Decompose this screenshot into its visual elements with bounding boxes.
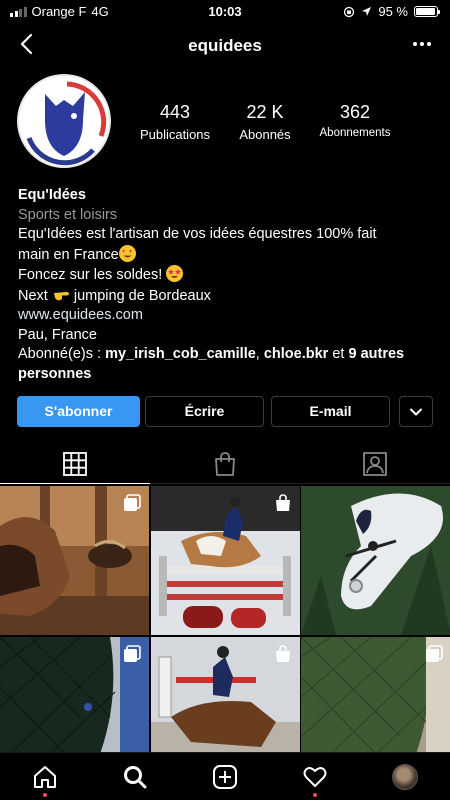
location-text: Pau, France <box>18 326 97 343</box>
post-thumbnail[interactable] <box>0 636 149 752</box>
post-thumbnail[interactable] <box>301 486 450 635</box>
nav-profile[interactable] <box>385 757 425 797</box>
nav-home[interactable] <box>25 757 65 797</box>
profile-username: equidees <box>188 36 262 55</box>
post-thumbnail[interactable] <box>301 636 450 752</box>
profile-name: Equ'Idées <box>18 187 86 203</box>
bio-text: main en France <box>18 246 119 263</box>
shopping-bag-icon <box>275 494 290 511</box>
tab-posts-grid[interactable] <box>0 444 150 484</box>
message-button[interactable]: Écrire <box>145 396 264 427</box>
stat-value: 362 <box>339 102 371 122</box>
status-bar: Orange F 4G 10:03 95 % <box>0 0 450 24</box>
chevron-down-icon <box>410 408 422 416</box>
orientation-lock-icon <box>344 6 355 17</box>
heart-eyes-emoji-icon <box>118 244 136 262</box>
followed-by-separator: , <box>255 346 260 362</box>
website-link[interactable]: www.equidees.com <box>18 306 438 326</box>
stat-label: Abonnements <box>319 127 391 139</box>
battery-percent: 95 % <box>378 4 408 19</box>
bio-line: main en France <box>18 244 438 266</box>
bio-text: jumping de Bordeaux <box>73 287 211 304</box>
stat-posts[interactable]: 443 Publications <box>130 102 220 142</box>
profile-tabs <box>0 444 450 484</box>
star-struck-emoji-icon <box>166 265 184 282</box>
post-thumbnail[interactable] <box>150 486 300 635</box>
shopping-bag-icon <box>275 644 290 662</box>
profile-avatar <box>392 763 418 790</box>
stat-value: 22 K <box>246 102 284 122</box>
followed-by-prefix: Abonné(e)s : <box>18 346 102 362</box>
battery-icon <box>414 6 440 17</box>
bio-text: Next <box>18 287 48 304</box>
profile-avatar[interactable] <box>17 74 111 168</box>
carousel-icon <box>124 494 141 511</box>
profile-header: equidees <box>0 28 450 64</box>
shopping-bag-icon <box>215 451 235 476</box>
bottom-navigation <box>0 752 450 800</box>
nav-activity[interactable] <box>295 757 335 797</box>
post-image <box>301 486 450 635</box>
followed-by-conjunction: et <box>332 346 345 362</box>
home-icon <box>34 765 56 788</box>
search-icon <box>124 765 147 788</box>
stat-label: Publications <box>139 127 211 142</box>
bio-line: Equ'Idées est l'artisan de vos idées équ… <box>18 226 377 242</box>
bio-line: Foncez sur les soldes! <box>18 265 438 286</box>
follow-button[interactable]: S'abonner <box>17 396 140 427</box>
tagged-person-icon <box>363 451 387 476</box>
nav-search[interactable] <box>115 757 155 797</box>
notification-dot <box>313 792 317 797</box>
notification-dot <box>43 792 47 797</box>
profile-stats: 443 Publications 22 K Abonnés 362 Abonne… <box>130 102 400 142</box>
location-icon <box>362 7 372 16</box>
followed-by[interactable]: Abonné(e)s : my_irish_cob_camille, chloe… <box>18 345 438 384</box>
pointing-hand-emoji-icon <box>52 286 74 303</box>
grid-icon <box>63 451 87 476</box>
more-options-icon[interactable] <box>410 32 434 56</box>
bio-text: Foncez sur les soldes! <box>18 267 163 283</box>
stat-followers[interactable]: 22 K Abonnés <box>220 102 310 142</box>
post-thumbnail[interactable] <box>0 486 149 635</box>
carousel-icon <box>124 644 141 662</box>
posts-grid <box>0 486 450 752</box>
stat-label: Abonnés <box>239 127 291 142</box>
stat-value: 443 <box>159 102 191 122</box>
new-post-icon <box>213 764 237 789</box>
nav-new-post[interactable] <box>205 757 245 797</box>
tab-tagged[interactable] <box>300 444 450 483</box>
carousel-icon <box>426 644 443 662</box>
followed-by-user[interactable]: my_irish_cob_camille <box>105 346 256 362</box>
heart-icon <box>303 766 327 787</box>
profile-bio: Equ'Idées Sports et loisirs Equ'Idées es… <box>18 186 438 384</box>
bio-line: Next jumping de Bordeaux <box>18 286 438 307</box>
stat-following[interactable]: 362 Abonnements <box>310 102 400 142</box>
profile-actions: S'abonner Écrire E-mail <box>17 396 433 427</box>
brand-logo <box>26 81 107 166</box>
tab-shop[interactable] <box>150 444 300 483</box>
suggestions-dropdown-button[interactable] <box>399 396 433 427</box>
followed-by-user[interactable]: chloe.bkr <box>264 346 328 362</box>
email-button[interactable]: E-mail <box>271 396 390 427</box>
post-thumbnail[interactable] <box>150 636 300 752</box>
profile-category: Sports et loisirs <box>18 206 118 223</box>
